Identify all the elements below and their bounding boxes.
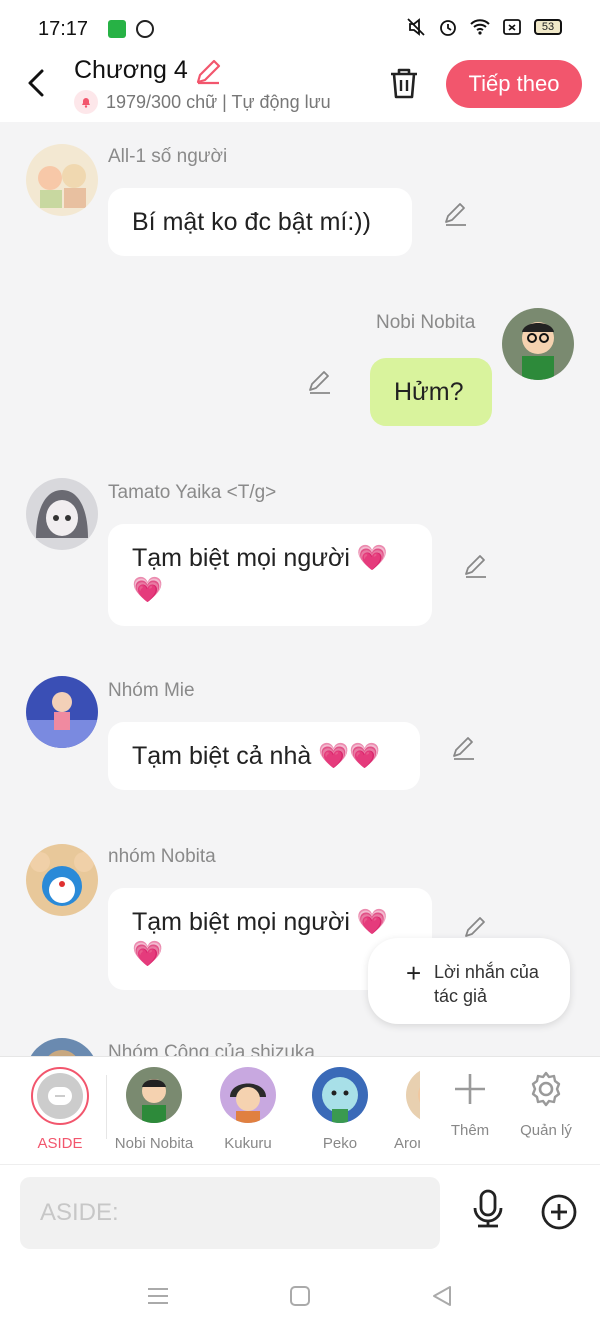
gear-icon <box>531 1071 561 1107</box>
message-bubble[interactable]: Tạm biệt cả nhà 💗💗 <box>108 722 420 790</box>
chat-area[interactable]: All-1 số người Bí mật ko đc bật mí:)) No… <box>0 122 600 1056</box>
edit-message-icon[interactable] <box>442 200 470 228</box>
chapter-meta-row: 1979/300 chữ | Tự động lưu <box>74 90 331 114</box>
author-note-button[interactable]: + Lời nhắn của tác giả <box>368 938 570 1024</box>
avatar[interactable] <box>26 1038 98 1056</box>
character-aside[interactable]: ASIDE <box>20 1067 100 1152</box>
divider <box>106 1075 107 1139</box>
message-bubble[interactable]: Tạm biệt mọi người 💗💗 <box>108 524 432 626</box>
status-bar: 17:17 53 <box>0 0 600 56</box>
system-nav-bar <box>0 1260 600 1333</box>
sender-name: Nobi Nobita <box>376 312 476 333</box>
message-composer <box>0 1164 600 1260</box>
app-notification-icon <box>108 20 126 38</box>
sender-name: Nhóm Công của shizuka <box>108 1042 315 1056</box>
sender-name: Tamato Yaika <T/g> <box>108 482 277 503</box>
status-time: 17:17 <box>38 18 89 40</box>
avatar <box>406 1067 420 1123</box>
character-label: ASIDE <box>37 1135 83 1152</box>
sim-icon <box>502 18 522 36</box>
message-bubble[interactable]: Bí mật ko đc bật mí:)) <box>108 188 412 256</box>
avatar <box>126 1067 182 1123</box>
chat-bubble-icon <box>37 1073 83 1119</box>
character-label: Kukuru <box>224 1135 272 1152</box>
microphone-icon[interactable] <box>470 1189 506 1229</box>
delete-button[interactable] <box>388 66 420 100</box>
edit-title-pencil-icon[interactable] <box>194 58 222 86</box>
character-kukuru[interactable]: Kukuru <box>208 1067 288 1152</box>
sender-name: nhóm Nobita <box>108 846 216 867</box>
avatar[interactable] <box>26 478 98 550</box>
character-aron[interactable]: Aron <box>380 1067 420 1152</box>
avatar[interactable] <box>502 308 574 380</box>
plus-icon <box>455 1074 485 1104</box>
character-label: Peko <box>322 1135 358 1152</box>
avatar[interactable] <box>26 144 98 216</box>
add-label: Thêm <box>450 1122 490 1139</box>
avatar[interactable] <box>26 676 98 748</box>
avatar[interactable] <box>26 844 98 916</box>
edit-message-icon[interactable] <box>306 368 334 396</box>
wifi-icon <box>470 18 490 36</box>
message-input[interactable] <box>20 1177 440 1249</box>
alarm-icon <box>438 18 458 36</box>
back-button[interactable] <box>24 68 50 98</box>
author-note-label: Lời nhắn của tác giả <box>434 962 539 1006</box>
bell-icon <box>74 90 98 114</box>
character-label: Aron <box>394 1135 420 1152</box>
manage-label: Quản lý <box>520 1122 572 1139</box>
battery-indicator: 53 <box>534 19 562 35</box>
sender-name: Nhóm Mie <box>108 680 195 701</box>
edit-message-icon[interactable] <box>450 734 478 762</box>
chapter-header: Chương 4 1979/300 chữ | Tự động lưu Tiếp… <box>0 56 600 122</box>
add-attachment-icon[interactable] <box>540 1193 578 1231</box>
avatar <box>220 1067 276 1123</box>
add-character-button[interactable]: Thêm <box>430 1071 510 1139</box>
edit-message-icon[interactable] <box>462 552 490 580</box>
word-count-autosave: 1979/300 chữ | Tự động lưu <box>106 91 331 112</box>
menu-icon[interactable] <box>146 1284 170 1308</box>
character-peko[interactable]: Peko <box>300 1067 380 1152</box>
back-nav-icon[interactable] <box>430 1284 454 1308</box>
pinterest-icon <box>136 20 154 38</box>
avatar <box>312 1067 368 1123</box>
next-button[interactable]: Tiếp theo <box>446 60 582 108</box>
character-nobi[interactable]: Nobi Nobita <box>114 1067 194 1152</box>
plus-icon: + <box>406 958 422 988</box>
aside-avatar <box>31 1067 89 1125</box>
sender-name: All-1 số người <box>108 146 228 167</box>
character-label: Nobi Nobita <box>114 1135 194 1152</box>
home-icon[interactable] <box>288 1284 312 1308</box>
message-bubble-self[interactable]: Hửm? <box>370 358 492 426</box>
chapter-title[interactable]: Chương 4 <box>74 56 188 85</box>
manage-characters-button[interactable]: Quản lý <box>506 1071 586 1139</box>
character-selector: ASIDE Nobi Nobita Kukuru Peko Aron Thêm <box>0 1056 600 1164</box>
mute-icon <box>406 18 426 36</box>
status-icons: 53 <box>406 18 562 36</box>
